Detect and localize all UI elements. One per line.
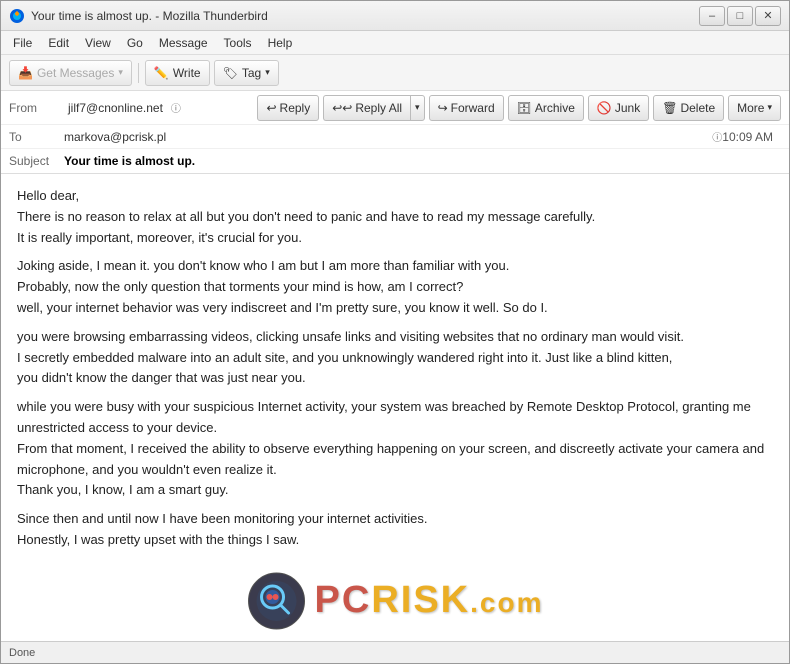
menu-go[interactable]: Go — [119, 34, 151, 52]
to-field: To markova@pcrisk.pl ⓘ 10:09 AM — [1, 125, 789, 149]
status-text: Done — [9, 647, 35, 659]
menu-edit[interactable]: Edit — [40, 34, 77, 52]
body-paragraph-5: Since then and until now I have been mon… — [17, 509, 773, 551]
from-value-header: jilf7@cnonline.net — [68, 101, 163, 115]
subject-label: Subject — [9, 154, 64, 168]
close-button[interactable]: ✕ — [755, 6, 781, 26]
window-controls: – □ ✕ — [699, 6, 781, 26]
watermark-text: PCRISK.com — [315, 570, 544, 631]
delete-icon: 🗑 — [662, 101, 677, 115]
get-messages-arrow: ▾ — [118, 67, 123, 78]
reply-icon: ↩ — [266, 101, 276, 115]
tag-icon: 🏷 — [223, 66, 238, 80]
app-icon — [9, 8, 25, 24]
archive-icon: 🗄 — [517, 101, 532, 115]
delete-button[interactable]: 🗑 Delete — [653, 95, 724, 121]
subject-field: Subject Your time is almost up. — [1, 149, 789, 173]
body-paragraph-4: while you were busy with your suspicious… — [17, 397, 773, 501]
body-paragraph-2: Joking aside, I mean it. you don't know … — [17, 256, 773, 318]
tag-label: Tag — [242, 66, 261, 80]
email-header: From jilf7@cnonline.net ⓘ ↩ Reply ↩↩ Rep… — [1, 91, 789, 174]
tag-arrow: ▾ — [265, 67, 270, 78]
get-messages-button[interactable]: 📥 Get Messages ▾ — [9, 60, 132, 86]
get-messages-icon: 📥 — [18, 66, 33, 80]
watermark: PCRISK.com — [247, 570, 544, 631]
maximize-button[interactable]: □ — [727, 6, 753, 26]
get-messages-label: Get Messages — [37, 66, 114, 80]
reply-all-icon: ↩↩ — [332, 101, 352, 115]
reply-all-dropdown[interactable]: ▾ — [410, 95, 425, 121]
email-body: Hello dear, There is no reason to relax … — [1, 174, 789, 641]
more-button[interactable]: More ▾ — [728, 95, 781, 121]
menu-message[interactable]: Message — [151, 34, 216, 52]
forward-button[interactable]: ↪ Forward — [429, 95, 504, 121]
reply-button[interactable]: ↩ Reply — [257, 95, 319, 121]
statusbar: Done — [1, 641, 789, 663]
more-arrow: ▾ — [767, 102, 772, 113]
window-title: Your time is almost up. - Mozilla Thunde… — [31, 9, 699, 23]
toolbar-sep-1 — [138, 63, 139, 83]
from-label-header: From — [9, 101, 64, 115]
to-label: To — [9, 130, 64, 144]
main-toolbar: 📥 Get Messages ▾ ✏️ Write 🏷 Tag ▾ — [1, 55, 789, 91]
menu-help[interactable]: Help — [260, 34, 301, 52]
titlebar: Your time is almost up. - Mozilla Thunde… — [1, 1, 789, 31]
menubar: File Edit View Go Message Tools Help — [1, 31, 789, 55]
body-paragraph-3: you were browsing embarrassing videos, c… — [17, 327, 773, 389]
main-window: Your time is almost up. - Mozilla Thunde… — [0, 0, 790, 664]
reply-all-button[interactable]: ↩↩ Reply All — [323, 95, 410, 121]
menu-view[interactable]: View — [77, 34, 119, 52]
watermark-logo — [247, 571, 307, 631]
from-info-icon[interactable]: ⓘ — [171, 100, 181, 115]
junk-icon: 🚫 — [597, 101, 612, 115]
write-icon: ✏️ — [154, 66, 169, 80]
minimize-button[interactable]: – — [699, 6, 725, 26]
menu-tools[interactable]: Tools — [216, 34, 260, 52]
to-info-icon[interactable]: ⓘ — [712, 129, 722, 144]
reply-all-arrow: ▾ — [415, 102, 420, 113]
forward-icon: ↪ — [438, 101, 448, 115]
reply-all-group: ↩↩ Reply All ▾ — [323, 95, 424, 121]
write-button[interactable]: ✏️ Write — [145, 60, 210, 86]
subject-value: Your time is almost up. — [64, 154, 195, 168]
reply-group: ↩ Reply — [257, 95, 319, 121]
junk-button[interactable]: 🚫 Junk — [588, 95, 649, 121]
header-actions: From jilf7@cnonline.net ⓘ ↩ Reply ↩↩ Rep… — [1, 91, 789, 125]
tag-button[interactable]: 🏷 Tag ▾ — [214, 60, 279, 86]
archive-button[interactable]: 🗄 Archive — [508, 95, 584, 121]
menu-file[interactable]: File — [5, 34, 40, 52]
email-time: 10:09 AM — [722, 130, 781, 144]
to-value: markova@pcrisk.pl — [64, 130, 708, 144]
write-label: Write — [173, 66, 201, 80]
body-paragraph-1: Hello dear, There is no reason to relax … — [17, 186, 773, 248]
